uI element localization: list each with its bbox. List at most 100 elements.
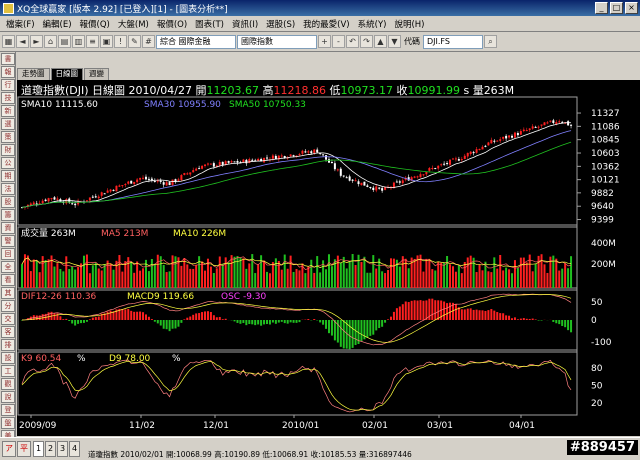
osc-bar — [387, 319, 390, 320]
osc-bar — [537, 320, 540, 321]
home-icon[interactable]: ⌂ — [44, 35, 57, 48]
candle-body — [552, 120, 555, 123]
left-function-button-12[interactable]: 籌 — [1, 209, 15, 221]
chart-tab-2[interactable]: 週變 — [84, 68, 109, 80]
kd-tick-1: 50 — [591, 382, 603, 392]
left-function-button-7[interactable]: 財 — [1, 144, 15, 156]
left-function-button-13[interactable]: 資 — [1, 222, 15, 234]
print-icon[interactable]: ▤ — [58, 35, 71, 48]
chart-icon[interactable]: ▥ — [72, 35, 85, 48]
market-select[interactable]: 綜合 國際金融 — [156, 34, 236, 49]
candle-body — [53, 197, 56, 200]
left-function-button-21[interactable]: 客 — [1, 326, 15, 338]
new-icon[interactable]: ▦ — [2, 35, 15, 48]
redo-icon[interactable]: ↷ — [360, 35, 373, 48]
page-tab-4[interactable]: 4 — [69, 441, 80, 457]
quote-icon[interactable]: ≡ — [86, 35, 99, 48]
left-function-button-27[interactable]: 登 — [1, 404, 15, 416]
chart-window[interactable]: 道瓊指數(DJI) 日線圖 2010/04/27 開11203.67 高1121… — [17, 80, 640, 436]
left-function-button-25[interactable]: 觀 — [1, 378, 15, 390]
tool-button-2[interactable]: 平 — [17, 441, 31, 457]
left-function-button-8[interactable]: 公 — [1, 157, 15, 169]
zoom-out-icon[interactable]: - — [332, 35, 345, 48]
left-function-button-2[interactable]: 行 — [1, 79, 15, 91]
chart-tab-1[interactable]: 日線圖 — [50, 68, 83, 80]
left-function-button-28[interactable]: 盤 — [1, 417, 15, 429]
menu-item-8[interactable]: 我的最愛(V) — [299, 18, 353, 30]
zoom-in-icon[interactable]: + — [318, 35, 331, 48]
left-function-button-0[interactable]: 書 — [1, 53, 15, 65]
back-icon[interactable]: ◄ — [16, 35, 29, 48]
osc-bar — [522, 318, 525, 320]
osc-bar — [277, 320, 280, 323]
tool-icon[interactable]: ✎ — [128, 35, 141, 48]
undo-icon[interactable]: ↶ — [346, 35, 359, 48]
osc-bar — [136, 311, 139, 320]
candle-body — [133, 181, 136, 185]
menu-item-9[interactable]: 系統(Y) — [354, 18, 391, 30]
left-function-button-20[interactable]: 交 — [1, 313, 15, 325]
grid-icon[interactable]: # — [142, 35, 155, 48]
price-chart-svg[interactable]: 11327 11086 10845 10603 10362 10121 9882 9640 93… — [17, 80, 640, 436]
left-function-button-18[interactable]: 其 — [1, 287, 15, 299]
left-function-button-14[interactable]: 警 — [1, 235, 15, 247]
code-input[interactable]: DJI.FS — [423, 34, 483, 49]
page-tab-2[interactable]: 2 — [45, 441, 56, 457]
left-function-button-22[interactable]: 排 — [1, 339, 15, 351]
candle-body — [65, 199, 68, 204]
menu-item-1[interactable]: 編輯(E) — [39, 18, 76, 30]
menu-item-0[interactable]: 檔案(F) — [2, 18, 39, 30]
osc-bar — [38, 315, 41, 320]
left-function-button-6[interactable]: 策 — [1, 131, 15, 143]
left-function-button-24[interactable]: 工 — [1, 365, 15, 377]
volume-bar — [475, 272, 478, 288]
minimize-button[interactable]: _ — [595, 2, 608, 14]
up-icon[interactable]: ▲ — [374, 35, 387, 48]
left-function-button-15[interactable]: 回 — [1, 248, 15, 260]
left-function-button-16[interactable]: 全 — [1, 261, 15, 273]
osc-bar — [404, 301, 407, 320]
alert-icon[interactable]: ! — [114, 35, 127, 48]
date-tick-4: 02/01 — [362, 421, 388, 431]
volume-bar — [124, 261, 127, 288]
menu-item-3[interactable]: 大盤(M) — [114, 18, 153, 30]
news-icon[interactable]: ▣ — [100, 35, 113, 48]
osc-bar — [94, 317, 97, 320]
menu-item-7[interactable]: 選股(S) — [262, 18, 299, 30]
menu-item-10[interactable]: 說明(H) — [390, 18, 428, 30]
left-function-button-23[interactable]: 設 — [1, 352, 15, 364]
page-tab-1[interactable]: 1 — [33, 441, 44, 457]
left-function-button-1[interactable]: 報 — [1, 66, 15, 78]
close-button[interactable]: × — [625, 2, 638, 14]
left-function-button-26[interactable]: 說 — [1, 391, 15, 403]
candle-body — [522, 129, 525, 132]
menu-item-2[interactable]: 報價(Q) — [76, 18, 114, 30]
osc-bar — [558, 320, 561, 325]
search-icon[interactable]: ⌕ — [484, 35, 497, 48]
date-tick-3: 2010/01 — [282, 421, 319, 431]
tool-button-1[interactable]: ア — [2, 441, 16, 457]
forward-icon[interactable]: ► — [30, 35, 43, 48]
menu-item-6[interactable]: 資訊(I) — [228, 18, 262, 30]
left-function-button-9[interactable]: 期 — [1, 170, 15, 182]
maximize-button[interactable]: □ — [610, 2, 623, 14]
left-function-button-4[interactable]: 新 — [1, 105, 15, 117]
osc-bar — [425, 300, 428, 320]
left-function-button-19[interactable]: 分 — [1, 300, 15, 312]
page-tab-3[interactable]: 3 — [57, 441, 68, 457]
d-line — [21, 360, 572, 411]
left-function-button-5[interactable]: 選 — [1, 118, 15, 130]
chart-tab-0[interactable]: 走勢圖 — [17, 68, 50, 80]
index-select[interactable]: 國際指數 — [237, 34, 317, 49]
candle-body — [74, 203, 77, 206]
candle-body — [94, 196, 97, 198]
volume-bar — [392, 258, 395, 288]
candle-body — [508, 135, 511, 138]
left-function-button-11[interactable]: 股 — [1, 196, 15, 208]
left-function-button-10[interactable]: 法 — [1, 183, 15, 195]
menu-item-5[interactable]: 圖表(T) — [191, 18, 228, 30]
left-function-button-3[interactable]: 技 — [1, 92, 15, 104]
menu-item-4[interactable]: 報價(O) — [153, 18, 191, 30]
down-icon[interactable]: ▼ — [388, 35, 401, 48]
left-function-button-17[interactable]: 看 — [1, 274, 15, 286]
